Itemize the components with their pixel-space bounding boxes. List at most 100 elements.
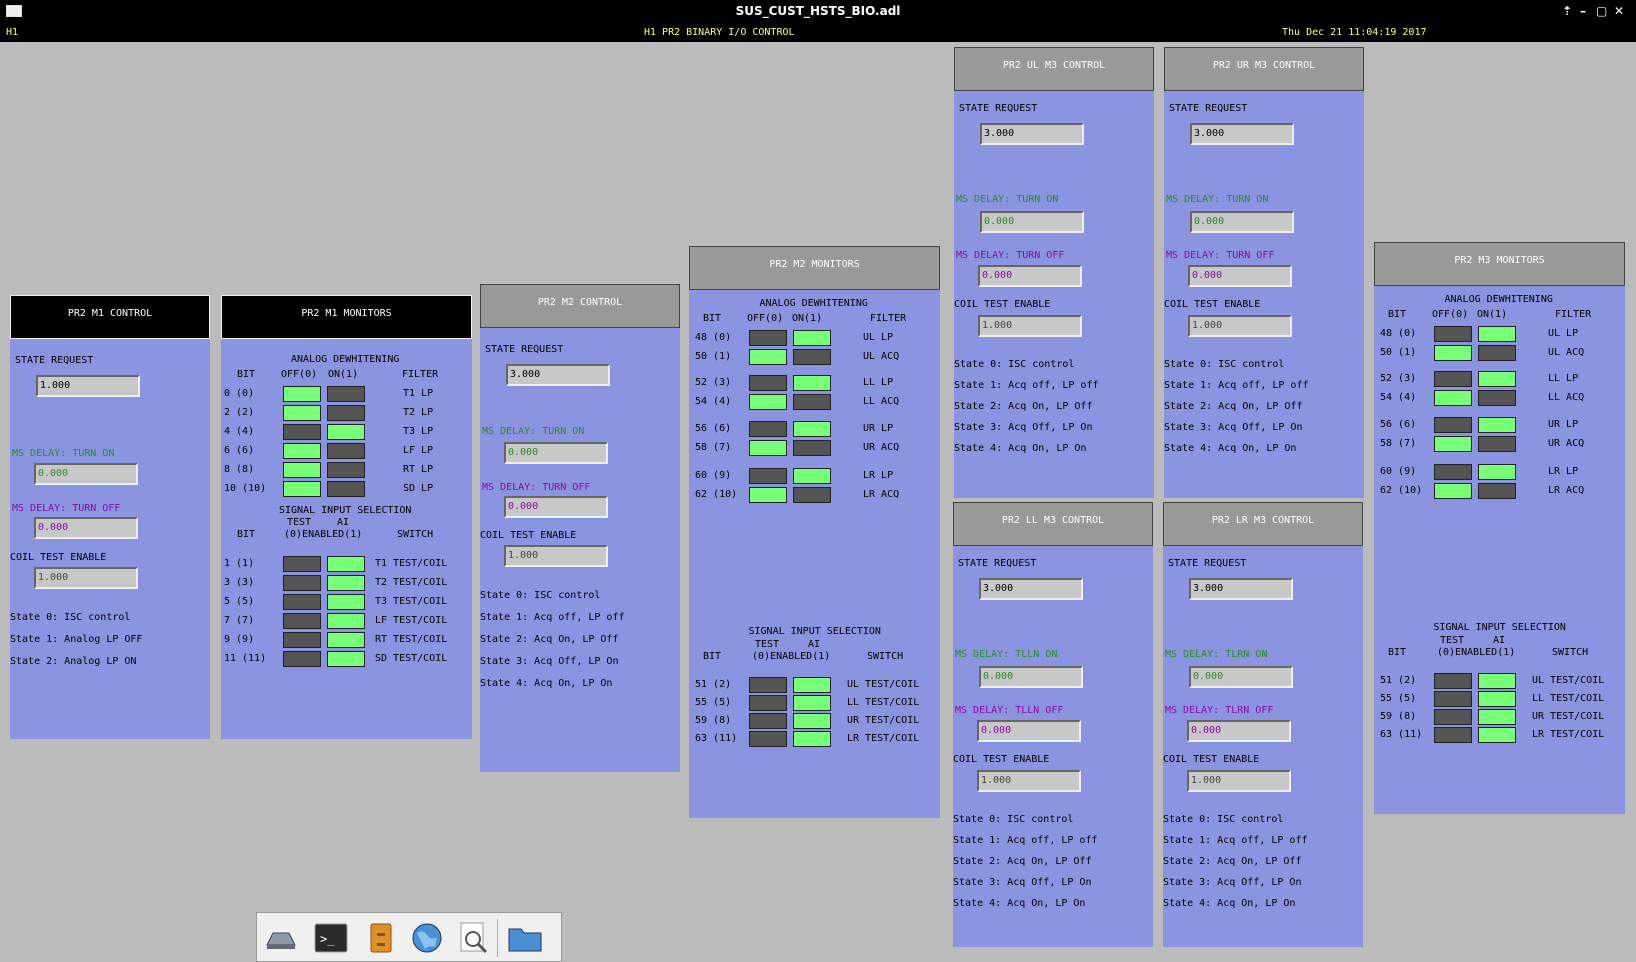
off-indicator [749, 330, 787, 346]
ms-delay-off-field[interactable]: 0.000 [34, 517, 138, 539]
off-indicator [749, 421, 787, 437]
ms-delay-off-field[interactable]: 0.000 [1187, 720, 1291, 742]
coil-test-field[interactable]: 1.000 [977, 770, 1081, 792]
state-request-field[interactable]: 3.000 [1189, 578, 1293, 600]
ms-delay-on-field[interactable]: 0.000 [980, 211, 1084, 233]
signal-input-label: SIGNAL INPUT SELECTION [748, 626, 881, 637]
close-icon[interactable]: ✕ [1614, 0, 1624, 23]
on-header: ON(1) [792, 313, 823, 324]
on-indicator [1478, 345, 1516, 361]
coil-test-field[interactable]: 1.000 [504, 545, 608, 567]
window-titlebar: SUS_CUST_HSTS_BIO.adl ⇡ – ▢ ✕ [0, 0, 1636, 23]
coil-test-field[interactable]: 1.000 [978, 315, 1082, 337]
bit-label: 55 (5) [695, 697, 732, 708]
off-header: OFF(0) [281, 369, 318, 380]
on-indicator [793, 394, 831, 410]
maximize-icon[interactable]: ▢ [1596, 0, 1607, 23]
ms-delay-off-field[interactable]: 0.000 [1188, 265, 1292, 287]
state-request-field[interactable]: 3.000 [979, 578, 1083, 600]
ai-indicator [1478, 673, 1516, 689]
coil-test-field[interactable]: 1.000 [1188, 315, 1292, 337]
ms-delay-on-field[interactable]: 0.000 [1190, 211, 1294, 233]
terminal-icon[interactable]: >_ [313, 921, 349, 955]
ms-delay-on-field[interactable]: 0.000 [1189, 666, 1293, 688]
search-icon[interactable] [455, 921, 491, 955]
test-indicator [749, 713, 787, 729]
ai-indicator [327, 575, 365, 591]
ai-indicator [793, 713, 831, 729]
state-request-label: STATE REQUEST [1169, 103, 1248, 114]
panel-title: PR2 M2 MONITORS [689, 246, 940, 290]
panel-title: PR2 LR M3 CONTROL [1163, 502, 1363, 546]
ms-delay-on-field[interactable]: 0.000 [34, 463, 138, 485]
pr2-m3-monitors-panel: PR2 M3 MONITORS ANALOG DEWHITENING BIT OFF(… [1374, 242, 1625, 814]
bit-label: 1 (1) [224, 558, 255, 569]
bit-header: BIT [1388, 647, 1407, 658]
ms-delay-on-field[interactable]: 0.000 [979, 666, 1083, 688]
drive-icon[interactable] [263, 921, 299, 955]
test-indicator [749, 677, 787, 693]
test-header: TEST [755, 639, 780, 650]
off-indicator [283, 462, 321, 478]
coil-test-field[interactable]: 1.000 [34, 567, 138, 589]
test-indicator [1434, 691, 1472, 707]
bit-label: 56 (6) [695, 423, 732, 434]
signal-input-label: SIGNAL INPUT SELECTION [1433, 622, 1566, 633]
filter-label: UR ACQ [1548, 438, 1585, 449]
state-request-field[interactable]: 3.000 [506, 364, 610, 386]
ms-delay-off-field[interactable]: 0.000 [978, 265, 1082, 287]
ms-delay-on-label: MS DELAY: TURN ON [956, 194, 1059, 205]
state-description: State 0: ISC control [953, 814, 1074, 825]
bit-label: 60 (9) [695, 470, 732, 481]
state-description: State 1: Acq off, LP off [1164, 380, 1309, 391]
ai-indicator [793, 731, 831, 747]
panel-title: PR2 LL M3 CONTROL [953, 502, 1153, 546]
bit-label: 0 (0) [224, 388, 255, 399]
minimize-icon[interactable]: – [1580, 0, 1586, 23]
on-indicator [793, 421, 831, 437]
filter-label: LF LP [403, 445, 434, 456]
state-description: State 2: Acq On, LP Off [1164, 401, 1303, 412]
panel-title: PR2 UL M3 CONTROL [954, 47, 1154, 91]
switch-label: UL TEST/COIL [1532, 675, 1605, 686]
coil-test-label: COIL TEST ENABLE [953, 754, 1050, 765]
state-request-field[interactable]: 1.000 [36, 375, 140, 397]
pr2-m2-control-panel: PR2 M2 CONTROL STATE REQUEST 3.000 MS DELAY… [480, 284, 680, 772]
files-icon[interactable] [363, 921, 399, 955]
bit-label: 58 (7) [1380, 438, 1417, 449]
filter-label: T2 LP [403, 407, 434, 418]
ai-indicator [1478, 709, 1516, 725]
on-header: ON(1) [328, 369, 359, 380]
ai-indicator [793, 677, 831, 693]
off-indicator [283, 443, 321, 459]
filter-header: FILTER [870, 313, 907, 324]
bit-label: 52 (3) [695, 377, 732, 388]
ms-delay-off-field[interactable]: 0.000 [504, 496, 608, 518]
switch-label: UR TEST/COIL [847, 715, 920, 726]
state-request-field[interactable]: 3.000 [1190, 123, 1294, 145]
ms-delay-off-field[interactable]: 0.000 [977, 720, 1081, 742]
ai-header: AI [1493, 635, 1506, 646]
off-indicator [283, 424, 321, 440]
filter-label: LR LP [1548, 466, 1579, 477]
bit-label: 10 (10) [224, 483, 267, 494]
state-description: State 0: ISC control [954, 359, 1075, 370]
off-indicator [1434, 326, 1472, 342]
bit-label: 59 (8) [695, 715, 732, 726]
on-indicator [1478, 483, 1516, 499]
pr2-m3-control-panel: PR2 LR M3 CONTROL STATE REQUEST 3.000 MS DE… [1163, 502, 1363, 947]
folder-icon[interactable] [507, 921, 543, 955]
coil-test-field[interactable]: 1.000 [1187, 770, 1291, 792]
bit-label: 60 (9) [1380, 466, 1417, 477]
globe-icon[interactable] [409, 921, 445, 955]
bit-label: 48 (0) [1380, 328, 1417, 339]
state-description: State 3: Acq Off, LP On [480, 656, 619, 667]
bit-label: 51 (2) [1380, 675, 1417, 686]
ai-indicator [793, 695, 831, 711]
bit-label: 50 (1) [1380, 347, 1417, 358]
state-description: State 1: Acq off, LP off [954, 380, 1099, 391]
window-menu-icon[interactable] [6, 5, 22, 17]
ms-delay-on-field[interactable]: 0.000 [504, 442, 608, 464]
state-request-field[interactable]: 3.000 [980, 123, 1084, 145]
raise-icon[interactable]: ⇡ [1562, 0, 1572, 23]
